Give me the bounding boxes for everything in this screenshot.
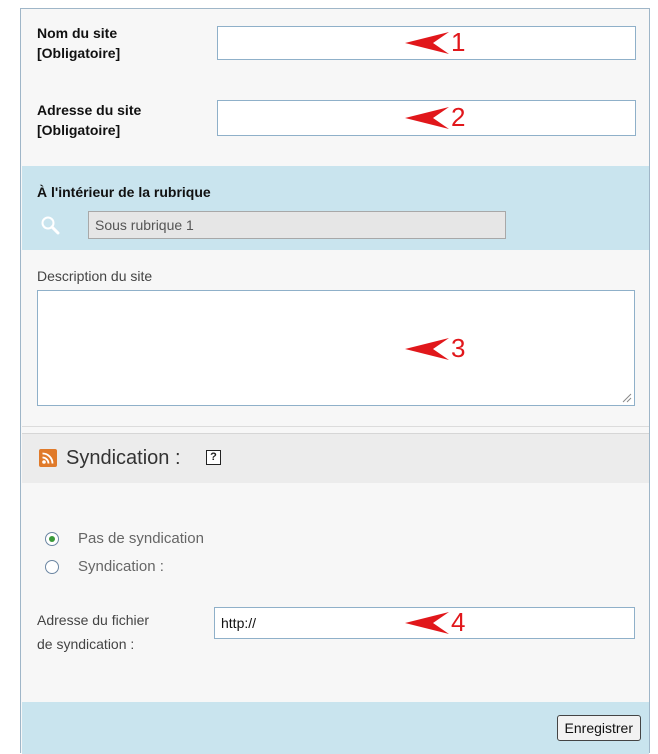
radio-button[interactable]	[45, 560, 59, 574]
arrow-left-icon	[405, 32, 449, 54]
rss-icon	[39, 449, 57, 467]
syndication-header: Syndication : ?	[22, 433, 649, 483]
feed-url-label: Adresse du fichier de syndication :	[37, 612, 150, 652]
resize-handle-icon[interactable]	[622, 393, 632, 403]
rubrique-section: À l'intérieur de la rubrique Sous rubriq…	[22, 166, 649, 250]
arrow-left-icon	[405, 338, 449, 360]
divider	[22, 426, 649, 427]
help-icon[interactable]: ?	[206, 450, 221, 465]
arrow-left-icon	[405, 612, 449, 634]
arrow-left-icon	[405, 107, 449, 129]
radio-button[interactable]	[45, 532, 59, 546]
syndication-title: Syndication :	[66, 447, 181, 469]
rubrique-field[interactable]: Sous rubrique 1	[88, 211, 506, 239]
site-form: Nom du site [Obligatoire] Adresse du sit…	[20, 8, 650, 754]
description-label: Description du site	[37, 268, 153, 284]
form-footer: Enregistrer	[22, 702, 649, 754]
site-url-label: Adresse du site [Obligatoire]	[37, 102, 142, 138]
search-icon[interactable]	[40, 215, 60, 235]
site-name-label: Nom du site [Obligatoire]	[37, 25, 121, 61]
description-textarea[interactable]	[37, 290, 635, 406]
rubrique-label: À l'intérieur de la rubrique	[37, 184, 211, 200]
save-button[interactable]: Enregistrer	[556, 715, 641, 741]
